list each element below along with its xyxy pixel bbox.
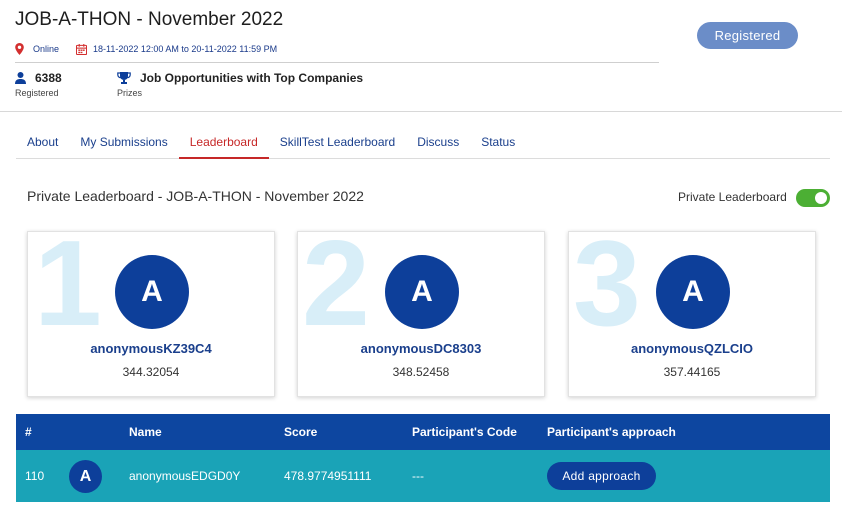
tab-my-submissions[interactable]: My Submissions: [69, 130, 178, 159]
private-leaderboard-toggle[interactable]: [796, 189, 830, 207]
podium-card-1: 1 A anonymousKZ39C4 344.32054: [27, 231, 275, 397]
registered-stat: 6388 Registered: [15, 71, 62, 98]
map-pin-icon: [15, 43, 24, 55]
tab-skilltest-leaderboard[interactable]: SkillTest Leaderboard: [269, 130, 406, 159]
participant-score: 357.44165: [663, 365, 721, 379]
avatar: A: [115, 255, 189, 329]
tab-status[interactable]: Status: [470, 130, 526, 159]
header-code: Participant's Code: [412, 425, 517, 439]
rank-number: 2: [302, 231, 370, 351]
leaderboard-table: # Name Score Participant's Code Particip…: [16, 414, 830, 502]
registered-count: 6388: [35, 71, 62, 85]
table-header: # Name Score Participant's Code Particip…: [16, 414, 830, 450]
rank-number: 1: [34, 231, 102, 351]
calendar-icon: [76, 43, 88, 55]
participant-name[interactable]: anonymousQZLCIO: [569, 341, 815, 356]
event-meta: Online 18-11-2022 12:00 AM to 20-11-2022…: [15, 42, 277, 56]
prizes-label: Prizes: [117, 88, 143, 98]
add-approach-button[interactable]: Add approach: [547, 462, 656, 490]
prizes-value: Job Opportunities with Top Companies: [140, 71, 364, 85]
event-mode: Online: [33, 44, 60, 54]
podium-card-2: 2 A anonymousDC8303 348.52458: [297, 231, 545, 397]
participant-score: 348.52458: [392, 365, 450, 379]
header-approach: Participant's approach: [547, 425, 676, 439]
event-dates: 18-11-2022 12:00 AM to 20-11-2022 11:59 …: [93, 44, 278, 54]
header-divider: [15, 62, 659, 63]
user-icon: [15, 72, 26, 84]
row-score: 478.9774951111: [284, 469, 372, 483]
event-header: JOB-A-THON - November 2022 Online 18-11-…: [0, 0, 842, 112]
avatar: A: [69, 460, 102, 493]
registered-button[interactable]: Registered: [697, 22, 798, 49]
prizes-stat: Job Opportunities with Top Companies Pri…: [117, 71, 363, 98]
participant-name[interactable]: anonymousKZ39C4: [28, 341, 274, 356]
trophy-icon: [117, 72, 131, 84]
event-title: JOB-A-THON - November 2022: [15, 9, 284, 30]
rank-number: 3: [573, 231, 641, 351]
participant-name[interactable]: anonymousDC8303: [298, 341, 544, 356]
tab-about[interactable]: About: [16, 130, 69, 159]
tab-discuss[interactable]: Discuss: [406, 130, 470, 159]
registered-label: Registered: [15, 88, 59, 98]
tab-bar: About My Submissions Leaderboard SkillTe…: [16, 130, 830, 159]
participant-score: 344.32054: [122, 365, 180, 379]
row-name[interactable]: anonymousEDGD0Y: [129, 469, 240, 483]
podium-card-3: 3 A anonymousQZLCIO 357.44165: [568, 231, 816, 397]
header-score: Score: [284, 425, 318, 439]
toggle-knob: [815, 192, 827, 204]
leaderboard-title: Private Leaderboard - JOB-A-THON - Novem…: [27, 188, 364, 204]
tab-leaderboard[interactable]: Leaderboard: [178, 130, 269, 159]
row-rank: 110: [25, 469, 45, 483]
table-row: 110 A anonymousEDGD0Y 478.9774951111 ---…: [16, 450, 830, 502]
avatar: A: [385, 255, 459, 329]
avatar: A: [656, 255, 730, 329]
private-leaderboard-toggle-label: Private Leaderboard: [678, 190, 787, 204]
row-code: ---: [412, 469, 424, 483]
header-name: Name: [129, 425, 162, 439]
header-rank: #: [25, 425, 32, 439]
